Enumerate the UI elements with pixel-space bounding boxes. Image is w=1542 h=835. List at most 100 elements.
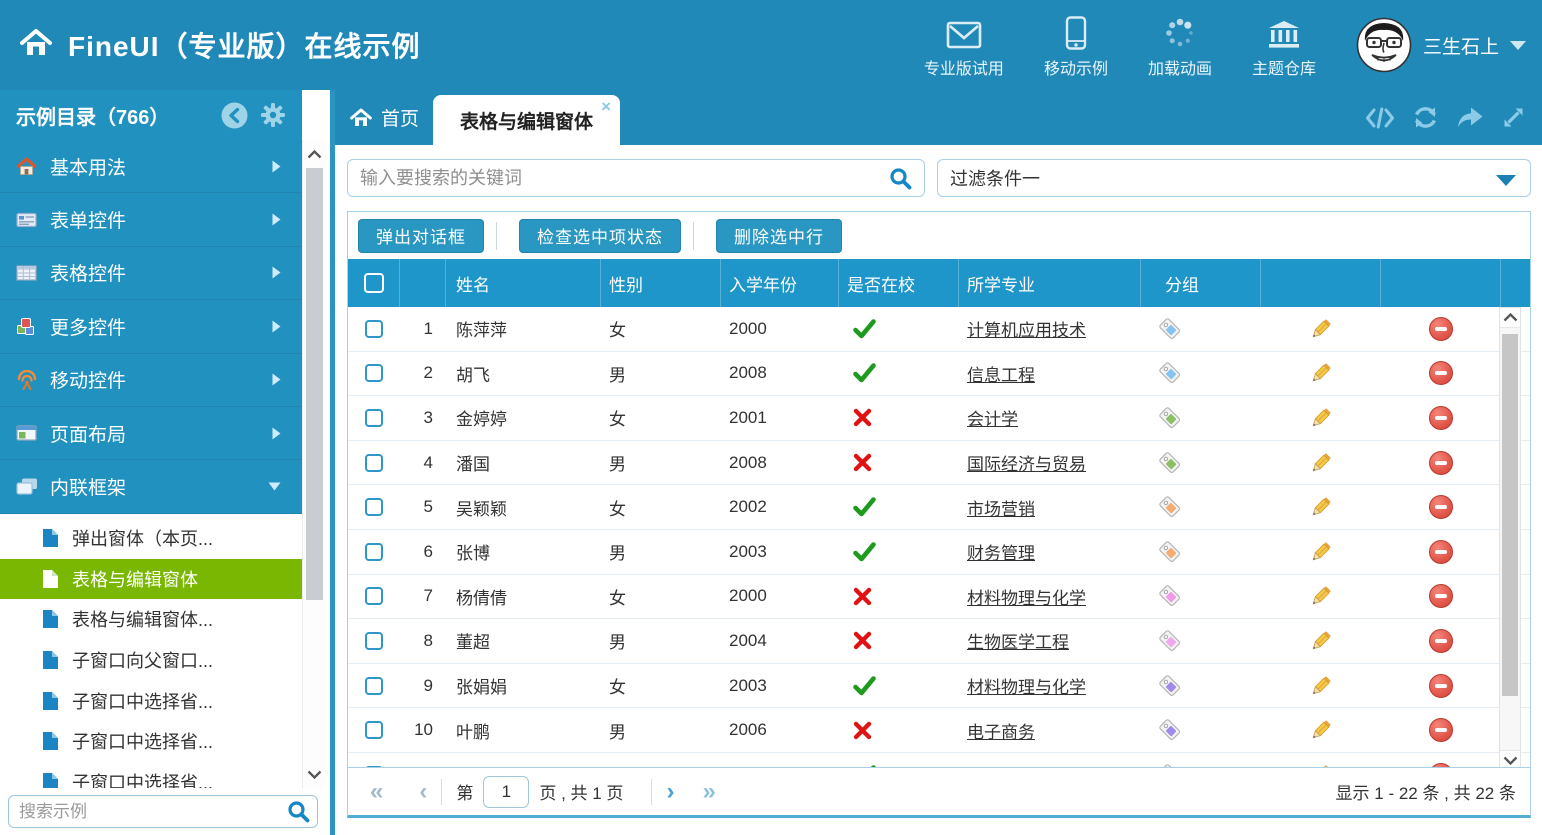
- collapse-sidebar-icon[interactable]: [221, 102, 248, 129]
- edit-icon[interactable]: [1308, 360, 1334, 386]
- tab-grid-edit-window[interactable]: 表格与编辑窗体 ×: [433, 95, 620, 145]
- cell-year: 2001: [721, 408, 839, 428]
- table-scrollbar[interactable]: [1499, 307, 1521, 771]
- user-menu[interactable]: 三生石上: [1356, 17, 1526, 73]
- sidebar-item[interactable]: 弹出窗体（本页...: [0, 518, 302, 559]
- code-icon[interactable]: [1365, 106, 1395, 130]
- sidebar-group[interactable]: 内联框架: [0, 460, 302, 513]
- sidebar-item[interactable]: 子窗口中选择省...: [0, 680, 302, 721]
- major-link[interactable]: 材料物理与化学: [967, 678, 1086, 697]
- sidebar-scrollbar-thumb[interactable]: [306, 168, 323, 600]
- row-number: 3: [400, 408, 446, 428]
- refresh-icon[interactable]: [1412, 104, 1439, 131]
- edit-icon[interactable]: [1308, 673, 1334, 699]
- last-page-button[interactable]: »: [702, 780, 715, 804]
- delete-icon[interactable]: [1429, 317, 1453, 341]
- sidebar-group[interactable]: 移动控件: [0, 354, 302, 407]
- row-checkbox[interactable]: [365, 632, 383, 650]
- gear-icon[interactable]: [260, 102, 286, 128]
- row-checkbox[interactable]: [365, 587, 383, 605]
- edit-icon[interactable]: [1308, 539, 1334, 565]
- sidebar-group[interactable]: 表格控件: [0, 247, 302, 300]
- toolbar-button-2[interactable]: 检查选中项状态: [519, 219, 681, 253]
- app-logo[interactable]: FineUI（专业版）在线示例: [0, 25, 421, 65]
- delete-icon[interactable]: [1429, 629, 1453, 653]
- row-checkbox[interactable]: [365, 409, 383, 427]
- sidebar-group[interactable]: 更多控件: [0, 300, 302, 353]
- delete-icon[interactable]: [1429, 718, 1453, 742]
- table-row: 7杨倩倩女2000材料物理与化学: [348, 575, 1530, 620]
- page-number-input[interactable]: [483, 776, 529, 808]
- sidebar-item[interactable]: 表格与编辑窗体: [0, 559, 302, 600]
- sidebar-scrollbar[interactable]: [302, 140, 326, 788]
- edit-icon[interactable]: [1308, 628, 1334, 654]
- major-link[interactable]: 计算机应用技术: [967, 321, 1086, 340]
- sidebar-group[interactable]: 页面布局: [0, 407, 302, 460]
- scroll-down-icon[interactable]: [307, 766, 323, 782]
- table-scrollbar-thumb[interactable]: [1502, 334, 1518, 696]
- major-link[interactable]: 市场营销: [967, 500, 1035, 519]
- edit-icon[interactable]: [1308, 583, 1334, 609]
- major-link[interactable]: 国际经济与贸易: [967, 455, 1086, 474]
- edit-icon[interactable]: [1308, 450, 1334, 476]
- delete-icon[interactable]: [1429, 495, 1453, 519]
- header-nav-loading[interactable]: 加载动画: [1148, 12, 1212, 79]
- sidebar-group[interactable]: 表单控件: [0, 193, 302, 246]
- search-icon[interactable]: [287, 800, 310, 828]
- row-checkbox[interactable]: [365, 498, 383, 516]
- sidebar-item[interactable]: 子窗口向父窗口...: [0, 640, 302, 681]
- delete-icon[interactable]: [1429, 361, 1453, 385]
- select-all-checkbox[interactable]: [364, 273, 384, 293]
- row-checkbox[interactable]: [365, 677, 383, 695]
- filter-dropdown[interactable]: 过滤条件一: [937, 159, 1531, 197]
- edit-icon[interactable]: [1308, 405, 1334, 431]
- search-icon[interactable]: [889, 167, 912, 195]
- column-header: 分组: [1141, 259, 1261, 307]
- major-link[interactable]: 财务管理: [967, 544, 1035, 563]
- row-checkbox[interactable]: [365, 543, 383, 561]
- cell-year: 2002: [721, 497, 839, 517]
- toolbar-button-3[interactable]: 删除选中行: [716, 219, 842, 253]
- sidebar-search-input[interactable]: [8, 795, 318, 828]
- next-page-button[interactable]: ›: [666, 780, 674, 804]
- first-page-button[interactable]: «: [370, 780, 383, 804]
- tab-home[interactable]: 首页: [350, 90, 419, 145]
- row-checkbox[interactable]: [365, 721, 383, 739]
- edit-icon[interactable]: [1308, 717, 1334, 743]
- major-link[interactable]: 材料物理与化学: [967, 589, 1086, 608]
- expand-icon[interactable]: [1501, 105, 1526, 130]
- delete-icon[interactable]: [1429, 406, 1453, 430]
- row-checkbox[interactable]: [365, 320, 383, 338]
- major-link[interactable]: 会计学: [967, 410, 1018, 429]
- scroll-up-icon[interactable]: [1500, 308, 1520, 328]
- share-icon[interactable]: [1456, 106, 1484, 129]
- row-checkbox[interactable]: [365, 454, 383, 472]
- sidebar-item-label: 表格与编辑窗体: [72, 566, 198, 592]
- prev-page-button[interactable]: ‹: [419, 780, 427, 804]
- keyword-search-input[interactable]: [347, 159, 925, 197]
- toolbar-button-1[interactable]: 弹出对话框: [358, 219, 484, 253]
- delete-icon[interactable]: [1429, 584, 1453, 608]
- layout-icon: [16, 423, 38, 443]
- delete-icon[interactable]: [1429, 674, 1453, 698]
- delete-icon[interactable]: [1429, 451, 1453, 475]
- sidebar-item[interactable]: 子窗口中选择省...: [0, 721, 302, 762]
- edit-icon[interactable]: [1308, 494, 1334, 520]
- sidebar-item[interactable]: 子窗口中选择省...: [0, 762, 302, 788]
- sidebar-group-label: 内联框架: [50, 473, 267, 500]
- close-icon[interactable]: ×: [601, 97, 611, 117]
- major-link[interactable]: 电子商务: [967, 723, 1035, 742]
- row-checkbox[interactable]: [365, 364, 383, 382]
- scroll-up-icon[interactable]: [307, 146, 323, 162]
- sidebar-group[interactable]: 基本用法: [0, 140, 302, 193]
- header-nav-trial[interactable]: 专业版试用: [924, 12, 1004, 79]
- delete-icon[interactable]: [1429, 540, 1453, 564]
- sidebar-item[interactable]: 表格与编辑窗体...: [0, 599, 302, 640]
- major-link[interactable]: 信息工程: [967, 366, 1035, 385]
- header-nav-mobile[interactable]: 移动示例: [1044, 12, 1108, 79]
- header-nav-themes[interactable]: 主题仓库: [1252, 12, 1316, 79]
- major-link[interactable]: 生物医学工程: [967, 633, 1069, 652]
- sidebar-item-label: 弹出窗体（本页...: [72, 525, 213, 551]
- edit-icon[interactable]: [1308, 316, 1334, 342]
- column-header: 所学专业: [959, 259, 1141, 307]
